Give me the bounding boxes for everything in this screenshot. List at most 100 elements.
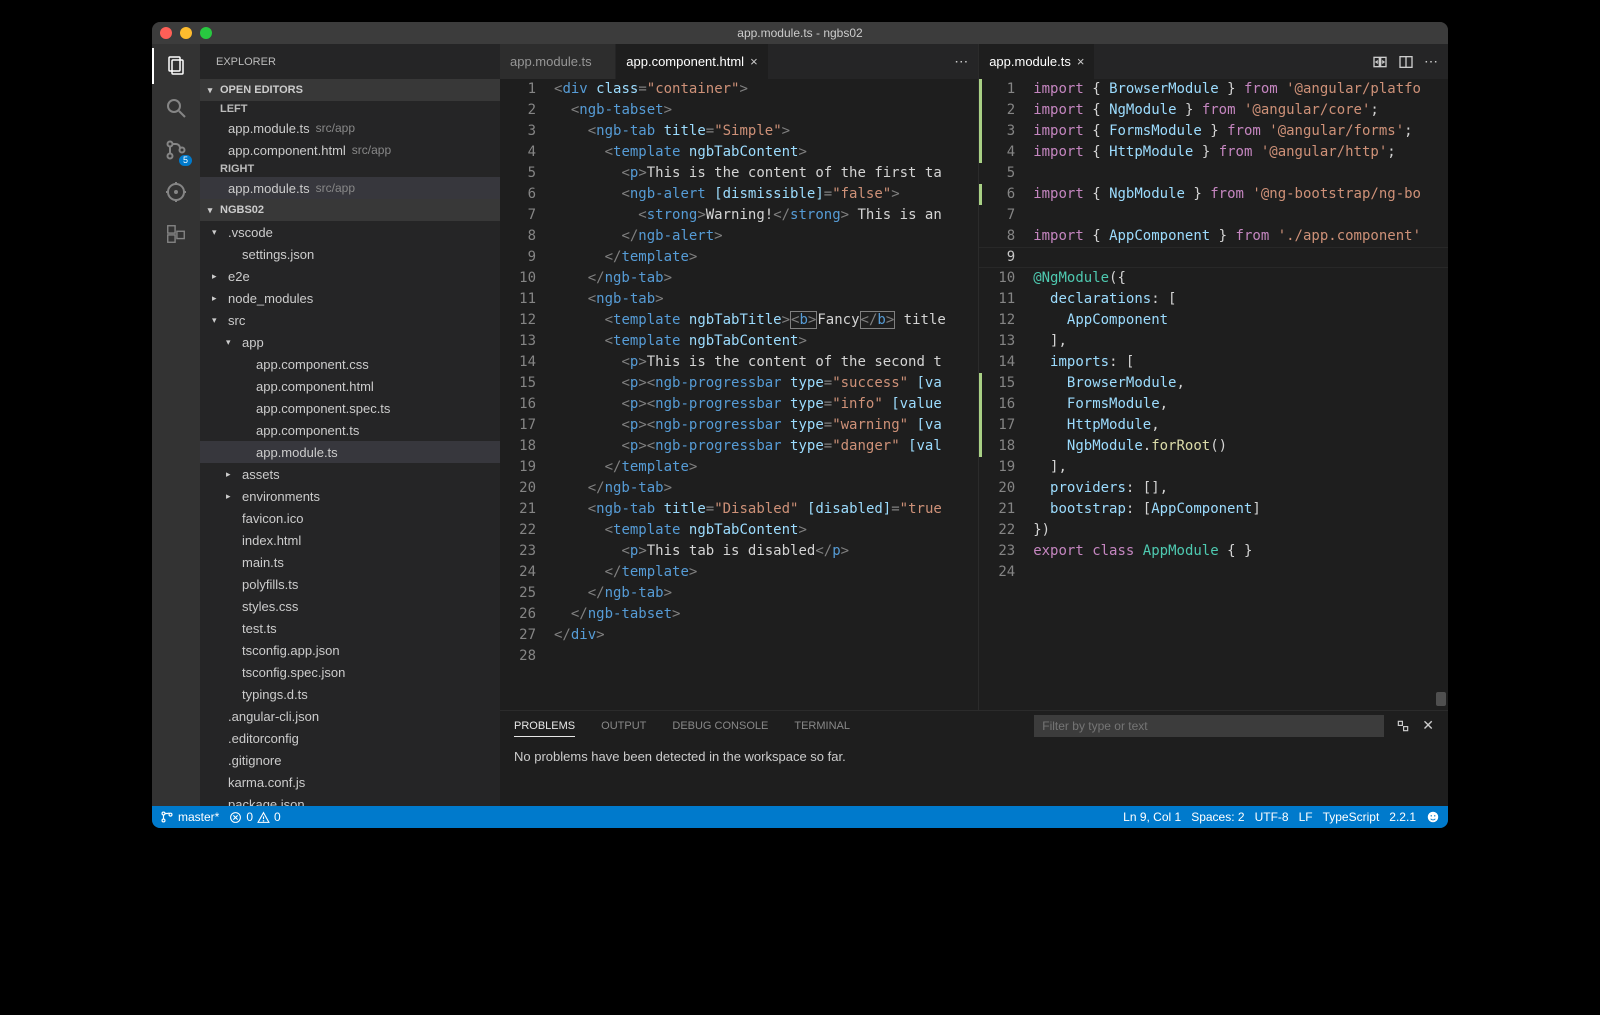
tree-file[interactable]: test.ts (200, 617, 500, 639)
tree-folder[interactable]: ▸e2e (200, 265, 500, 287)
source-control-icon[interactable]: 5 (162, 136, 190, 164)
tree-folder[interactable]: ▾src (200, 309, 500, 331)
tree-label: node_modules (228, 291, 313, 306)
tree-label: tsconfig.app.json (242, 643, 340, 658)
tree-file[interactable]: tsconfig.app.json (200, 639, 500, 661)
tree-label: package.json (228, 797, 305, 807)
editor-tab[interactable]: app.component.html × (616, 44, 768, 79)
tree-label: index.html (242, 533, 301, 548)
tree-label: settings.json (242, 247, 314, 262)
status-eol[interactable]: LF (1299, 810, 1313, 824)
chevron-right-icon: ▸ (212, 271, 222, 282)
extensions-icon[interactable] (162, 220, 190, 248)
tab-label: app.component.html (626, 54, 744, 69)
more-icon[interactable]: ⋯ (1424, 53, 1438, 70)
editor-group-left: app.module.ts× app.component.html × ⋯ 1234… (500, 44, 978, 710)
open-editors-label: OPEN EDITORS (220, 84, 303, 96)
tree-file[interactable]: typings.d.ts (200, 683, 500, 705)
close-icon[interactable]: × (750, 54, 758, 69)
bottom-panel: PROBLEMSOUTPUTDEBUG CONSOLETERMINAL ✕ No… (500, 710, 1448, 806)
chevron-right-icon: ▸ (212, 293, 222, 304)
tree-file[interactable]: settings.json (200, 243, 500, 265)
open-editors-header[interactable]: ▾ OPEN EDITORS (200, 79, 500, 101)
editor-tab[interactable]: app.module.ts× (979, 44, 1095, 79)
code-editor-left[interactable]: 1234567891011121314151617181920212223242… (500, 79, 978, 710)
close-icon[interactable]: × (1077, 54, 1085, 69)
tree-label: app.component.ts (256, 423, 359, 438)
activity-bar: 5 (152, 44, 200, 806)
tree-label: app.module.ts (256, 445, 338, 460)
open-editor-item[interactable]: app.module.ts src/app (200, 177, 500, 199)
panel-tab[interactable]: TERMINAL (794, 720, 850, 732)
tree-file[interactable]: .editorconfig (200, 727, 500, 749)
tree-label: .angular-cli.json (228, 709, 319, 724)
editor-tab[interactable]: app.module.ts× (500, 44, 616, 79)
split-editor-icon[interactable] (1398, 54, 1414, 70)
status-branch[interactable]: master* (160, 810, 219, 824)
tree-file[interactable]: main.ts (200, 551, 500, 573)
tree-folder[interactable]: ▸assets (200, 463, 500, 485)
open-editor-item[interactable]: app.module.ts src/app (200, 117, 500, 139)
tree-file[interactable]: styles.css (200, 595, 500, 617)
status-encoding[interactable]: UTF-8 (1255, 810, 1289, 824)
tree-file[interactable]: app.component.ts (200, 419, 500, 441)
panel-close-icon[interactable]: ✕ (1422, 717, 1434, 734)
file-label: app.module.ts (228, 121, 310, 136)
editor-group-right: app.module.ts× ⋯ 123456789101112 (978, 44, 1448, 710)
tree-file[interactable]: favicon.ico (200, 507, 500, 529)
debug-icon[interactable] (162, 178, 190, 206)
tree-file[interactable]: app.component.css (200, 353, 500, 375)
tab-label: app.module.ts (510, 54, 592, 69)
tree-file[interactable]: app.module.ts (200, 441, 500, 463)
explorer-icon[interactable] (162, 52, 190, 80)
compare-icon[interactable] (1372, 54, 1388, 70)
panel-tab[interactable]: PROBLEMS (514, 720, 575, 737)
panel-maximize-icon[interactable] (1396, 719, 1410, 733)
file-path: src/app (316, 181, 355, 195)
status-feedback-icon[interactable] (1426, 810, 1440, 824)
tree-file[interactable]: index.html (200, 529, 500, 551)
tree-file[interactable]: app.component.html (200, 375, 500, 397)
tree-file[interactable]: package.json (200, 793, 500, 806)
tree-label: styles.css (242, 599, 298, 614)
chevron-down-icon: ▾ (212, 227, 222, 238)
tree-folder[interactable]: ▾app (200, 331, 500, 353)
open-editor-item[interactable]: app.component.html src/app (200, 139, 500, 161)
code-editor-right[interactable]: 123456789101112131415161718192021222324 … (979, 79, 1448, 710)
window-title: app.module.ts - ngbs02 (152, 26, 1448, 40)
status-lncol[interactable]: Ln 9, Col 1 (1123, 810, 1181, 824)
status-problems[interactable]: 0 0 (229, 810, 280, 824)
tree-label: typings.d.ts (242, 687, 308, 702)
tree-file[interactable]: .gitignore (200, 749, 500, 771)
panel-tab[interactable]: OUTPUT (601, 720, 646, 732)
tree-folder[interactable]: ▸environments (200, 485, 500, 507)
chevron-down-icon: ▾ (212, 315, 222, 326)
tree-folder[interactable]: ▾.vscode (200, 221, 500, 243)
tree-file[interactable]: tsconfig.spec.json (200, 661, 500, 683)
workspace-header[interactable]: ▾ NGBS02 (200, 199, 500, 221)
more-icon[interactable]: ⋯ (954, 53, 968, 70)
tree-file[interactable]: app.component.spec.ts (200, 397, 500, 419)
tree-label: favicon.ico (242, 511, 303, 526)
tree-label: app.component.html (256, 379, 374, 394)
tree-label: tsconfig.spec.json (242, 665, 345, 680)
file-label: app.module.ts (228, 181, 310, 196)
tree-label: .gitignore (228, 753, 281, 768)
horizontal-scrollbar[interactable] (1436, 692, 1446, 706)
status-lang[interactable]: TypeScript (1323, 810, 1380, 824)
chevron-right-icon: ▸ (226, 491, 236, 502)
panel-filter-input[interactable] (1034, 715, 1384, 737)
search-icon[interactable] (162, 94, 190, 122)
chevron-down-icon: ▾ (204, 205, 216, 216)
tree-file[interactable]: polyfills.ts (200, 573, 500, 595)
status-spaces[interactable]: Spaces: 2 (1191, 810, 1244, 824)
status-version[interactable]: 2.2.1 (1389, 810, 1416, 824)
scm-badge: 5 (179, 155, 192, 166)
tree-file[interactable]: .angular-cli.json (200, 705, 500, 727)
chevron-down-icon: ▾ (204, 85, 216, 96)
panel-tab[interactable]: DEBUG CONSOLE (672, 720, 768, 732)
tree-label: karma.conf.js (228, 775, 305, 790)
tree-label: .editorconfig (228, 731, 299, 746)
tree-file[interactable]: karma.conf.js (200, 771, 500, 793)
tree-folder[interactable]: ▸ node_modules (200, 287, 500, 309)
